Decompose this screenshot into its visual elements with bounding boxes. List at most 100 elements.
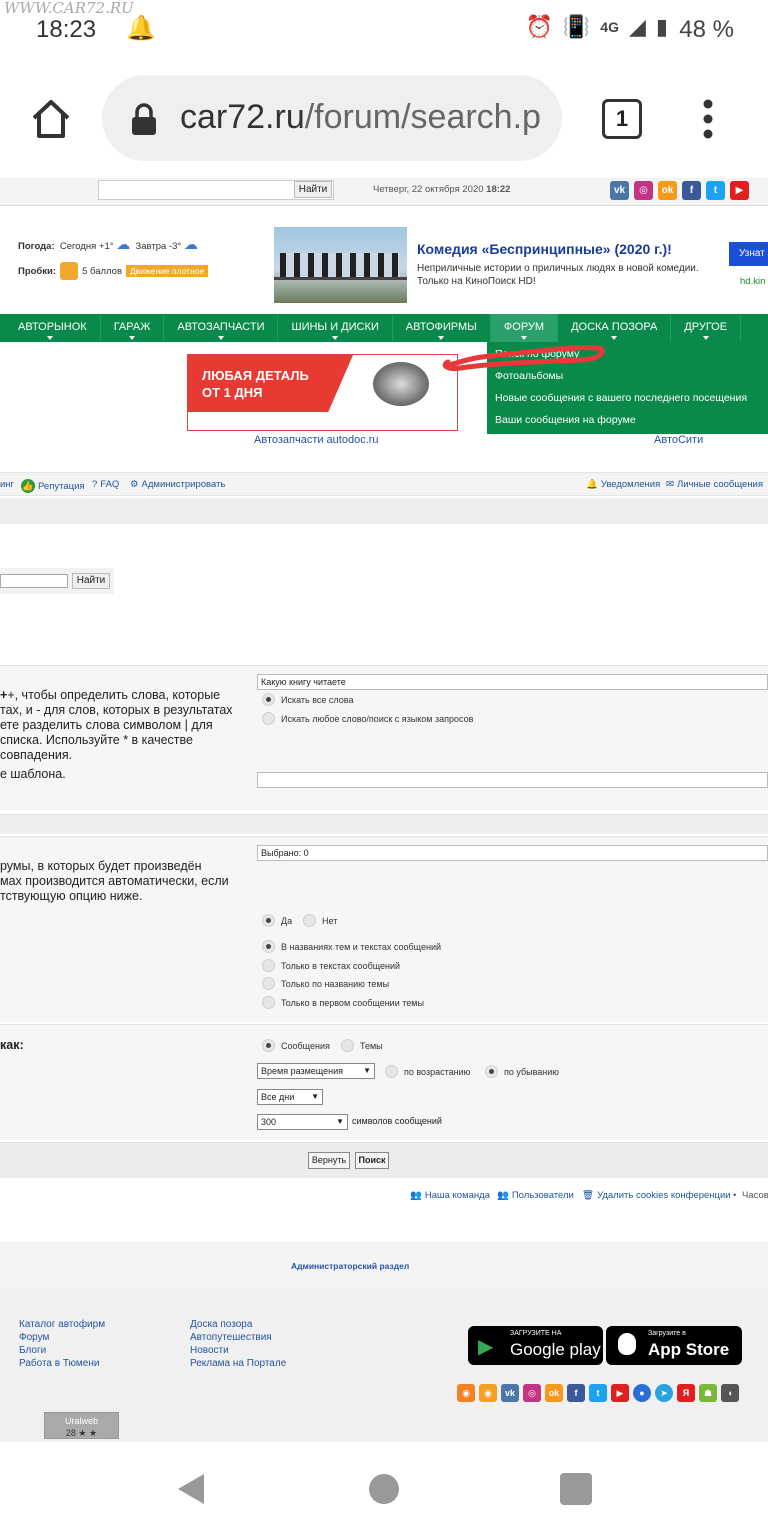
show-as-topics-option[interactable]: Темы xyxy=(341,1039,383,1052)
ad-banner[interactable]: ЛЮБАЯ ДЕТАЛЬ ОТ 1 ДНЯ xyxy=(187,354,458,431)
search-button[interactable]: Поиск xyxy=(355,1152,389,1169)
users-link[interactable]: 👥 Пользователи xyxy=(497,1190,574,1201)
radio-topics[interactable] xyxy=(341,1039,354,1052)
subforums-no-option[interactable]: Нет xyxy=(303,914,337,927)
keywords-input[interactable]: Какую книгу читаете xyxy=(257,674,768,690)
days-select[interactable]: Все дни xyxy=(257,1089,323,1105)
delete-cookies-link[interactable]: 🗑 Удалить cookies конференции xyxy=(582,1190,731,1201)
menu-my-posts[interactable]: Ваши сообщения на форуме xyxy=(495,414,636,426)
instagram-icon[interactable]: ◎ xyxy=(634,181,653,200)
forums-select[interactable]: Выбрано: 0 xyxy=(257,845,768,861)
rating-link[interactable]: инг xyxy=(0,479,14,490)
only-text-option[interactable]: Только в текстах сообщений xyxy=(262,959,400,972)
nav-autorynok[interactable]: АВТОРЫНОК xyxy=(0,314,101,342)
private-messages-link[interactable]: ✉ Личные сообщения xyxy=(666,479,763,490)
radio-asc[interactable] xyxy=(385,1065,398,1078)
rss-icon[interactable]: ◉ xyxy=(457,1384,475,1402)
rss-small-icon[interactable]: ◉ xyxy=(479,1384,497,1402)
radio-any-word[interactable] xyxy=(262,712,275,725)
reset-button[interactable]: Вернуть xyxy=(308,1152,350,1169)
home-icon[interactable] xyxy=(28,96,74,142)
footer-link-blogs[interactable]: Блоги xyxy=(19,1344,105,1357)
only-titles-label: Только по названию темы xyxy=(281,978,390,989)
radio-only-titles[interactable] xyxy=(262,977,275,990)
radio-all-words[interactable] xyxy=(262,693,275,706)
ad-image[interactable] xyxy=(274,227,407,303)
recents-icon[interactable] xyxy=(560,1473,592,1505)
facebook-footer-icon[interactable]: f xyxy=(567,1384,585,1402)
footer-link-catalog[interactable]: Каталог автофирм xyxy=(19,1318,105,1331)
team-link[interactable]: 👥 Наша команда xyxy=(410,1190,490,1201)
android-icon[interactable]: ☗ xyxy=(699,1384,717,1402)
instagram-footer-icon[interactable]: ◎ xyxy=(523,1384,541,1402)
menu-new-posts[interactable]: Новые сообщения с вашего последнего посе… xyxy=(495,392,747,404)
footer-link-shame-board[interactable]: Доска позора xyxy=(190,1318,286,1331)
odnoklassniki-icon[interactable]: ok xyxy=(658,181,677,200)
search-all-words-option[interactable]: Искать все слова xyxy=(262,693,353,706)
radio-only-text[interactable] xyxy=(262,959,275,972)
author-input[interactable] xyxy=(257,772,768,788)
overflow-menu-icon[interactable] xyxy=(700,98,716,140)
yandex-icon[interactable]: Я xyxy=(677,1384,695,1402)
nav-tires[interactable]: ШИНЫ И ДИСКИ xyxy=(278,314,393,342)
ascending-option[interactable]: по возрастанию xyxy=(385,1065,470,1078)
nav-other[interactable]: ДРУГОЕ xyxy=(671,314,742,342)
admin-link[interactable]: ⚙ Администрировать xyxy=(130,479,225,490)
back-icon[interactable] xyxy=(176,1472,206,1506)
twitter-icon[interactable]: t xyxy=(706,181,725,200)
reputation-label: Репутация xyxy=(38,480,85,492)
twitter-footer-icon[interactable]: t xyxy=(589,1384,607,1402)
radio-only-first[interactable] xyxy=(262,996,275,1009)
ad-title[interactable]: Комедия «Беспринципные» (2020 г.)! xyxy=(417,241,672,257)
apple-footer-icon[interactable]: ◖ xyxy=(721,1384,739,1402)
livejournal-icon[interactable]: ● xyxy=(633,1384,651,1402)
sort-by-select[interactable]: Время размещения xyxy=(257,1063,375,1079)
radio-titles-and-text[interactable] xyxy=(262,940,275,953)
only-titles-option[interactable]: Только по названию темы xyxy=(262,977,389,990)
footer-link-forum[interactable]: Форум xyxy=(19,1331,105,1344)
radio-desc[interactable] xyxy=(485,1065,498,1078)
footer-link-advertising[interactable]: Реклама на Портале xyxy=(190,1357,286,1370)
descending-option[interactable]: по убыванию xyxy=(485,1065,559,1078)
site-search-button[interactable]: Найти xyxy=(294,181,332,198)
faq-link[interactable]: ? FAQ xyxy=(92,479,119,490)
only-first-post-option[interactable]: Только в первом сообщении темы xyxy=(262,996,424,1009)
team-label: Наша команда xyxy=(424,1190,490,1201)
radio-posts[interactable] xyxy=(262,1039,275,1052)
footer-link-news[interactable]: Новости xyxy=(190,1344,286,1357)
quick-search-button[interactable]: Найти xyxy=(72,573,110,589)
notifications-link[interactable]: 🔔 Уведомления xyxy=(586,479,660,490)
quick-search-input[interactable] xyxy=(0,574,68,588)
reputation-link[interactable]: 👍 Репутация xyxy=(21,479,85,493)
app-store-badge[interactable]: Загрузите в App Store xyxy=(606,1326,742,1365)
subforums-yes-option[interactable]: Да xyxy=(262,914,292,927)
tab-switcher-button[interactable]: 1 xyxy=(602,99,642,139)
search-any-word-option[interactable]: Искать любое слово/поиск с языком запрос… xyxy=(262,712,473,725)
radio-yes[interactable] xyxy=(262,914,275,927)
ok-footer-icon[interactable]: ok xyxy=(545,1384,563,1402)
ad-button[interactable]: Узнат xyxy=(729,242,768,266)
nav-parts[interactable]: АВТОЗАПЧАСТИ xyxy=(164,314,279,342)
uralweb-counter[interactable]: Uralweb 28 ★ ★ xyxy=(44,1412,119,1439)
home-button-icon[interactable] xyxy=(369,1474,399,1504)
vk-icon[interactable]: vk xyxy=(610,181,629,200)
chars-select[interactable]: 300 xyxy=(257,1114,348,1130)
url-text[interactable]: car72.ru/forum/search.p xyxy=(180,98,550,137)
nav-garage[interactable]: ГАРАЖ xyxy=(101,314,165,342)
ad-link[interactable]: hd.kin xyxy=(740,276,765,287)
facebook-icon[interactable]: f xyxy=(682,181,701,200)
users-icon: 👥 xyxy=(497,1190,509,1201)
admin-section-link[interactable]: Администраторский раздел xyxy=(291,1261,409,1271)
banner-caption-autodoc[interactable]: Автозапчасти autodoc.ru xyxy=(254,434,379,446)
show-as-posts-option[interactable]: Сообщения xyxy=(262,1039,330,1052)
footer-link-travel[interactable]: Автопутешествия xyxy=(190,1331,286,1344)
google-play-badge[interactable]: ▶ ЗАГРУЗИТЕ НА Google play xyxy=(468,1326,603,1365)
youtube-footer-icon[interactable]: ▶ xyxy=(611,1384,629,1402)
banner-caption-autocity[interactable]: АвтоСити xyxy=(654,434,703,446)
telegram-icon[interactable]: ➤ xyxy=(655,1384,673,1402)
footer-link-jobs[interactable]: Работа в Тюмени xyxy=(19,1357,105,1370)
in-titles-and-text-option[interactable]: В названиях тем и текстах сообщений xyxy=(262,940,441,953)
vk-footer-icon[interactable]: vk xyxy=(501,1384,519,1402)
youtube-icon[interactable]: ▶ xyxy=(730,181,749,200)
radio-no[interactable] xyxy=(303,914,316,927)
